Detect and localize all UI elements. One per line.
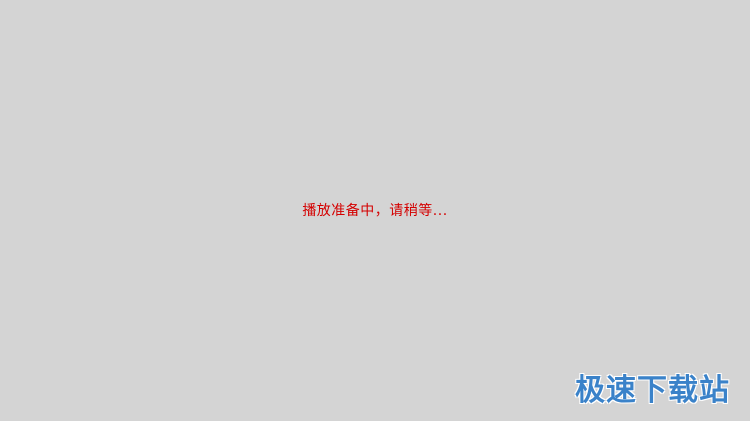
site-watermark-logo: 极速下载站 <box>575 373 730 408</box>
loading-message: 播放准备中，请稍等... <box>302 203 448 219</box>
video-player-area[interactable]: 播放准备中，请稍等... 极速下载站 <box>0 0 750 421</box>
